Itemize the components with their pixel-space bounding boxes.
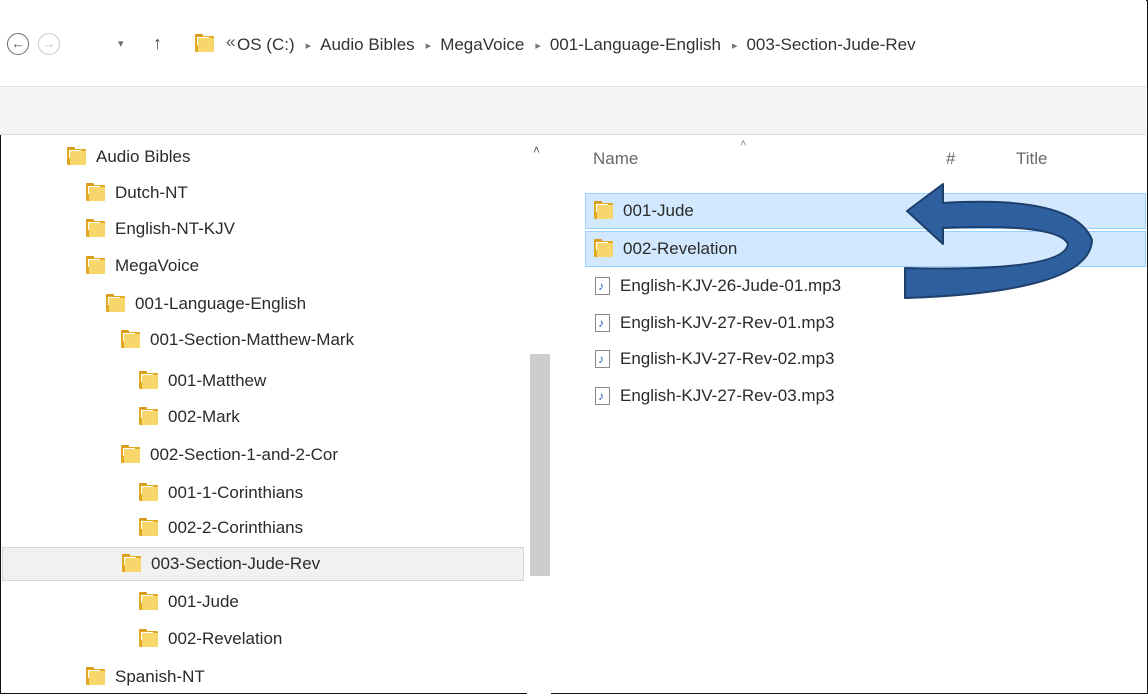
tree-item-megavoice[interactable]: MegaVoice (86, 249, 199, 283)
back-arrow-icon: ← (11, 36, 25, 51)
tree-item-001-section-matthew-mark[interactable]: 001-Section-Matthew-Mark (121, 323, 354, 357)
recent-locations-button[interactable]: ▾ (118, 37, 124, 50)
forward-button[interactable]: → (38, 33, 60, 55)
tree-item-label: 002-Mark (168, 407, 240, 426)
chevron-right-icon[interactable]: ▸ (426, 39, 432, 52)
folder-icon (594, 239, 613, 257)
breadcrumb-003-section-jude-rev[interactable]: 003-Section-Jude-Rev (746, 35, 915, 55)
folder-icon (139, 407, 158, 425)
list-item-english-kjv-27-rev-01[interactable]: English-KJV-27-Rev-01.mp3 (585, 305, 834, 341)
column-header-title[interactable]: Title (1016, 149, 1048, 169)
scroll-up-icon[interactable]: ˄ (533, 143, 540, 157)
address-bar-area: ← → ▾ ↑ « OS (C:) ▸ Audio Bibles ▸ MegaV… (0, 0, 1146, 86)
folder-icon (86, 256, 105, 274)
file-name: English-KJV-27-Rev-02.mp3 (620, 349, 835, 368)
folder-icon (121, 445, 140, 463)
folder-icon (86, 667, 105, 685)
tree-item-label: Audio Bibles (96, 147, 191, 166)
chevron-right-icon[interactable]: ▸ (306, 39, 312, 52)
tree-item-001-1-corinthians[interactable]: 001-1-Corinthians (139, 476, 303, 510)
tree-item-label: English-NT-KJV (115, 219, 235, 238)
list-item-english-kjv-26-jude-01[interactable]: English-KJV-26-Jude-01.mp3 (585, 268, 841, 304)
breadcrumb-audio-bibles[interactable]: Audio Bibles (320, 35, 415, 55)
tree-item-spanish-nt[interactable]: Spanish-NT (86, 660, 205, 694)
column-header-number[interactable]: # (946, 149, 955, 169)
tree-item-label: MegaVoice (115, 256, 200, 275)
folder-icon (86, 219, 105, 237)
folder-icon (139, 629, 158, 647)
folder-icon (121, 330, 140, 348)
back-button[interactable]: ← (7, 33, 29, 55)
breadcrumb-001-language-english[interactable]: 001-Language-English (550, 35, 721, 55)
folder-icon (106, 294, 125, 312)
list-item-english-kjv-27-rev-02[interactable]: English-KJV-27-Rev-02.mp3 (585, 341, 834, 377)
tree-item-label: 002-2-Corinthians (168, 518, 304, 537)
chevron-down-icon: ▾ (118, 38, 124, 50)
list-item-001-jude[interactable]: 001-Jude (585, 193, 1146, 229)
folder-icon (139, 483, 158, 501)
tree-item-label: Spanish-NT (115, 667, 205, 686)
list-item-002-revelation[interactable]: 002-Revelation (585, 231, 1146, 267)
tree-item-label: 001-Section-Matthew-Mark (150, 330, 355, 349)
tree-item-label: 002-Section-1-and-2-Cor (150, 445, 339, 464)
breadcrumb-os-c[interactable]: OS (C:) (237, 35, 295, 55)
tree-item-audio-bibles[interactable]: Audio Bibles (67, 140, 191, 174)
overflow-chevron-icon[interactable]: « (226, 32, 235, 52)
audio-file-icon (595, 387, 610, 405)
tree-item-003-section-jude-rev[interactable]: 003-Section-Jude-Rev (2, 547, 524, 581)
breadcrumb-megavoice[interactable]: MegaVoice (440, 35, 524, 55)
folder-icon (122, 554, 141, 572)
tree-item-002-section-1-and-2-cor[interactable]: 002-Section-1-and-2-Cor (121, 438, 338, 472)
tree-item-002-mark[interactable]: 002-Mark (139, 400, 240, 434)
tree-item-001-jude[interactable]: 001-Jude (139, 585, 239, 619)
file-name: English-KJV-27-Rev-01.mp3 (620, 313, 835, 332)
tree-item-001-language-english[interactable]: 001-Language-English (106, 287, 306, 321)
audio-file-icon (595, 277, 610, 295)
folder-icon (139, 518, 158, 536)
column-header-name[interactable]: Name (593, 149, 638, 169)
tree-item-001-matthew[interactable]: 001-Matthew (139, 364, 266, 398)
audio-file-icon (595, 350, 610, 368)
sort-ascending-icon: ˄ (740, 138, 747, 150)
tree-item-002-2-corinthians[interactable]: 002-2-Corinthians (139, 511, 303, 545)
tree-item-label: 001-Language-English (135, 294, 307, 313)
breadcrumb: OS (C:) ▸ Audio Bibles ▸ MegaVoice ▸ 001… (237, 32, 916, 58)
tree-item-dutch-nt[interactable]: Dutch-NT (86, 176, 188, 210)
folder-icon (139, 371, 158, 389)
tree-item-002-revelation[interactable]: 002-Revelation (139, 622, 282, 656)
scrollbar-thumb[interactable] (530, 354, 550, 576)
tree-item-label: 001-Jude (168, 592, 239, 611)
toolbar-strip (0, 86, 1146, 135)
file-name: 002-Revelation (623, 239, 738, 258)
chevron-right-icon[interactable]: ▸ (732, 39, 738, 52)
list-item-english-kjv-27-rev-03[interactable]: English-KJV-27-Rev-03.mp3 (585, 378, 834, 414)
tree-item-label: 001-Matthew (168, 371, 267, 390)
file-name: 001-Jude (623, 201, 694, 220)
up-button[interactable]: ↑ (153, 33, 162, 54)
tree-item-label: 003-Section-Jude-Rev (151, 554, 321, 573)
tree-item-label: 001-1-Corinthians (168, 483, 304, 502)
up-arrow-icon: ↑ (153, 33, 162, 53)
tree-item-label: Dutch-NT (115, 183, 188, 202)
forward-arrow-icon: → (42, 36, 56, 51)
folder-icon (594, 201, 613, 219)
folder-icon (86, 183, 105, 201)
audio-file-icon (595, 314, 610, 332)
tree-item-english-nt-kjv[interactable]: English-NT-KJV (86, 212, 235, 246)
file-name: English-KJV-27-Rev-03.mp3 (620, 386, 835, 405)
file-name: English-KJV-26-Jude-01.mp3 (620, 276, 842, 295)
folder-icon (139, 592, 158, 610)
folder-icon (67, 147, 86, 165)
chevron-right-icon[interactable]: ▸ (535, 39, 541, 52)
tree-item-label: 002-Revelation (168, 629, 283, 648)
folder-icon (195, 34, 214, 57)
